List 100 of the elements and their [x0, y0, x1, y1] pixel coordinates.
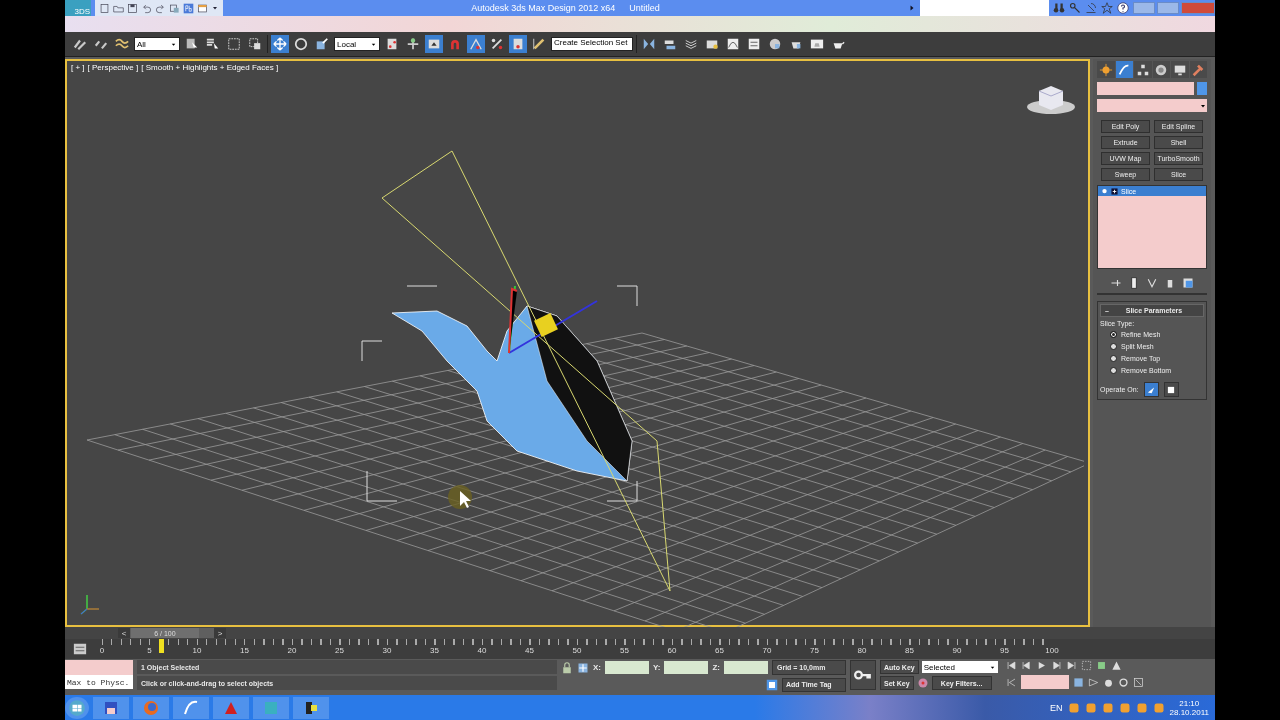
frame-number: 60: [667, 646, 677, 655]
wave-icon: [115, 37, 129, 51]
frame-number: 55: [620, 646, 629, 655]
binoculars-icon[interactable]: [1053, 2, 1065, 14]
previous-frame-button[interactable]: <: [118, 628, 130, 638]
modify-tab[interactable]: [1115, 61, 1133, 78]
time-tag-icon[interactable]: [765, 678, 778, 691]
previous-frame-icon[interactable]: [1020, 660, 1032, 671]
mini-curve-editor-icon[interactable]: [73, 642, 87, 656]
document-icon: [303, 699, 319, 716]
tray-dropbox-icon[interactable]: [1101, 701, 1114, 714]
frame-number: 35: [430, 646, 439, 655]
absolute-mode-icon[interactable]: [577, 661, 589, 674]
zoom-all-icon[interactable]: [1095, 660, 1107, 671]
clock-time: 21:10: [1179, 698, 1200, 708]
hierarchy-tab[interactable]: [1134, 61, 1152, 78]
frame-number: 15: [240, 646, 249, 655]
rotate-icon: [294, 37, 308, 51]
frame-number: 10: [192, 646, 202, 655]
frame-number: 30: [382, 646, 392, 655]
display-tab[interactable]: [1171, 61, 1189, 78]
coordinate-field[interactable]: [723, 661, 768, 674]
window-icon[interactable]: [197, 2, 208, 14]
polygons-button[interactable]: [1163, 382, 1179, 397]
scale-icon: [315, 37, 329, 51]
script-listener-field[interactable]: Max to Physc.: [65, 675, 133, 689]
frame-number: 65: [715, 646, 724, 655]
named-selection-field[interactable]: Create Selection Set: [551, 37, 633, 51]
start-button[interactable]: [65, 696, 89, 719]
expand-icon: [1111, 187, 1118, 195]
lock-icon[interactable]: [561, 661, 573, 674]
zoom-extents-icon[interactable]: [1080, 660, 1092, 671]
render-frame-icon: [810, 37, 824, 51]
current-frame-field[interactable]: [1020, 675, 1069, 689]
frame-number: 90: [952, 646, 962, 655]
walk-through-icon[interactable]: [1087, 676, 1099, 688]
curve-icon: [183, 699, 199, 716]
utilities-tab[interactable]: [1189, 61, 1207, 78]
maximize-viewport-icon[interactable]: [1132, 676, 1144, 688]
selection-filter-dropdown[interactable]: All: [134, 37, 180, 51]
configure-sets-icon[interactable]: [1182, 277, 1194, 289]
key-mode-toggle-icon[interactable]: [1005, 676, 1017, 688]
show-end-result-icon[interactable]: [1128, 277, 1140, 289]
taskbar-app[interactable]: [293, 696, 329, 719]
move-icon: [273, 37, 287, 51]
new-file-icon[interactable]: [99, 2, 110, 14]
redo-icon[interactable]: [155, 2, 166, 14]
help-icon[interactable]: [1117, 2, 1129, 14]
time-config-icon[interactable]: [1072, 676, 1084, 688]
frame-number: 45: [525, 646, 534, 655]
key-mode-dropdown[interactable]: Selected: [921, 661, 998, 673]
next-frame-icon[interactable]: [1050, 660, 1062, 671]
keyboard-button[interactable]: [425, 35, 443, 53]
hierarchy-icon: [1135, 62, 1150, 77]
rectangle-button[interactable]: [225, 35, 243, 53]
frame-number: 40: [477, 646, 487, 655]
pin-stack-icon[interactable]: [1110, 277, 1122, 289]
language-indicator[interactable]: EN: [1050, 702, 1063, 713]
cursor-icon: [448, 485, 472, 509]
faces-button[interactable]: [1143, 382, 1159, 397]
tray-flame-icon[interactable]: [1118, 701, 1131, 714]
create-tab[interactable]: [1097, 61, 1115, 78]
frame-number: 95: [1000, 646, 1009, 655]
go-to-end-icon[interactable]: [1065, 660, 1077, 671]
star-icon[interactable]: [1101, 2, 1113, 14]
frame-number: 85: [905, 646, 914, 655]
rotate-button[interactable]: [292, 35, 310, 53]
link-icon: [73, 37, 87, 51]
viewport-label[interactable]: [ Smooth + Highlights + Edged Faces ]: [141, 63, 279, 72]
key-filter-icon[interactable]: [916, 677, 929, 689]
set-key-button[interactable]: [849, 660, 876, 690]
next-frame-button[interactable]: >: [214, 628, 226, 638]
viewport-label[interactable]: [ Perspective ]: [87, 63, 139, 72]
tray-flag-icon[interactable]: [1135, 701, 1148, 714]
frame-number: 70: [762, 646, 772, 655]
motion-tab[interactable]: [1152, 61, 1170, 78]
orbit-icon[interactable]: [1117, 676, 1129, 688]
move-button[interactable]: [271, 35, 289, 53]
coordinate-label: Y:: [653, 663, 661, 672]
go-to-start-icon[interactable]: [1005, 660, 1017, 671]
tray-square-icon[interactable]: [1067, 701, 1080, 714]
utilities-icon: [1191, 62, 1206, 77]
app-icon: [263, 699, 279, 716]
object-color-swatch[interactable]: [1197, 82, 1207, 95]
search-field[interactable]: [920, 0, 1049, 16]
key-icon[interactable]: [1069, 2, 1081, 14]
viewport-label[interactable]: [ + ]: [71, 63, 85, 72]
viewcube-icon[interactable]: [1026, 83, 1076, 115]
object-name-field[interactable]: [1097, 82, 1194, 95]
dropdown-arrow-icon[interactable]: [211, 4, 219, 12]
rb-icon[interactable]: [183, 2, 194, 14]
save-icon[interactable]: [127, 2, 138, 14]
tray-speaker-icon[interactable]: [1152, 701, 1165, 714]
coordinate-field[interactable]: [664, 661, 709, 674]
coordinate-field[interactable]: [605, 661, 649, 674]
make-unique-icon[interactable]: [1146, 277, 1158, 289]
percent-snap-icon: [490, 37, 504, 51]
expand-arrow-icon[interactable]: [908, 4, 916, 12]
project-icon[interactable]: [169, 2, 180, 14]
reference-coordinate-dropdown[interactable]: Local: [334, 37, 380, 51]
